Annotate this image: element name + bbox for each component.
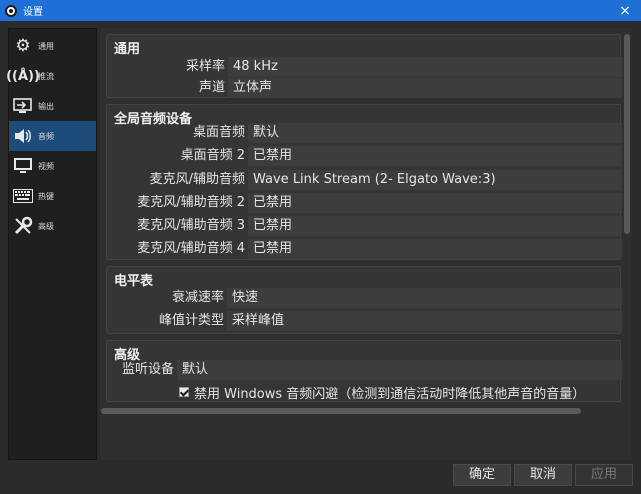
sidebar-item-general[interactable]: ⚙ 通用 <box>9 31 96 61</box>
meters-group: 电平表 衰减速率 快速 峰值计类型 采样峰值 <box>106 266 622 334</box>
audio-settings-panel: 通用 采样率 48 kHz 声道 立体声 全局音频设备 桌面音频 默认 桌面音频… <box>100 28 631 460</box>
channels-select[interactable]: 立体声 <box>228 78 622 98</box>
antenna-icon: ((Å)) <box>6 68 40 84</box>
sidebar-item-output[interactable]: 输出 <box>9 91 96 121</box>
mic-aux-3-select[interactable]: 已禁用 <box>248 216 622 236</box>
mic-aux-select[interactable]: Wave Link Stream (2- Elgato Wave:3) <box>248 170 622 190</box>
ok-button[interactable]: 确定 <box>453 464 511 486</box>
desktop-audio-2-row: 桌面音频 2 已禁用 <box>107 145 622 166</box>
mic-aux-2-label: 麦克风/辅助音频 2 <box>137 195 245 210</box>
gear-icon: ⚙ <box>15 35 31 56</box>
sidebar-item-label: 推流 <box>38 71 54 81</box>
mic-aux-4-select[interactable]: 已禁用 <box>248 239 622 259</box>
title-bar: 设置 × <box>0 0 641 21</box>
decay-rate-select[interactable]: 快速 <box>227 288 622 308</box>
sidebar-item-video[interactable]: 视频 <box>9 151 96 181</box>
mic-aux-4-row: 麦克风/辅助音频 4 已禁用 <box>107 238 622 259</box>
obs-logo-icon <box>5 4 17 17</box>
sidebar-item-label: 高级 <box>38 221 54 231</box>
speaker-icon <box>12 125 34 147</box>
channels-label: 声道 <box>198 80 225 95</box>
horizontal-scrollbar[interactable] <box>101 408 581 414</box>
desktop-audio-2-label: 桌面音频 2 <box>180 148 245 163</box>
sample-rate-select[interactable]: 48 kHz <box>228 57 622 77</box>
ducking-checkbox[interactable] <box>179 387 189 397</box>
sidebar-item-audio[interactable]: 音频 <box>9 121 96 151</box>
cancel-button[interactable]: 取消 <box>514 464 572 486</box>
general-group: 通用 采样率 48 kHz 声道 立体声 <box>106 34 622 98</box>
monitor-icon <box>12 155 34 177</box>
settings-sidebar: ⚙ 通用 ((Å)) 推流 输出 音频 视频 热键 高级 <box>6 28 97 460</box>
sidebar-item-label: 热键 <box>38 191 54 201</box>
mic-aux-3-label: 麦克风/辅助音频 3 <box>137 218 245 233</box>
vertical-scrollbar[interactable] <box>624 34 630 234</box>
ducking-checkbox-label: 禁用 Windows 音频闪避（检测到通信活动时降低其他声音的音量） <box>194 386 586 402</box>
mic-aux-label: 麦克风/辅助音频 <box>149 172 245 187</box>
peak-meter-type-row: 峰值计类型 采样峰值 <box>107 310 622 331</box>
keyboard-icon <box>12 185 34 207</box>
decay-rate-row: 衰减速率 快速 <box>107 287 622 308</box>
sidebar-item-advanced[interactable]: 高级 <box>9 211 96 241</box>
window-title: 设置 <box>23 7 43 18</box>
desktop-audio-2-select[interactable]: 已禁用 <box>248 146 622 166</box>
output-icon <box>12 95 34 117</box>
sidebar-item-hotkeys[interactable]: 热键 <box>9 181 96 211</box>
mic-aux-2-row: 麦克风/辅助音频 2 已禁用 <box>107 192 622 213</box>
desktop-audio-row: 桌面音频 默认 <box>107 122 622 143</box>
ducking-option[interactable]: 禁用 Windows 音频闪避（检测到通信活动时降低其他声音的音量） <box>179 382 622 402</box>
sidebar-item-label: 通用 <box>38 41 54 51</box>
apply-button[interactable]: 应用 <box>575 464 633 486</box>
advanced-group: 高级 监听设备 默认 禁用 Windows 音频闪避（检测到通信活动时降低其他声… <box>106 340 622 402</box>
monitoring-device-row: 监听设备 默认 <box>107 359 622 380</box>
channels-row: 声道 立体声 <box>107 77 622 98</box>
monitoring-device-select[interactable]: 默认 <box>177 360 622 380</box>
mic-aux-2-select[interactable]: 已禁用 <box>248 193 622 213</box>
wrench-icon <box>12 215 34 237</box>
group-title: 通用 <box>114 42 141 57</box>
mic-aux-3-row: 麦克风/辅助音频 3 已禁用 <box>107 215 622 236</box>
sidebar-item-label: 输出 <box>38 101 54 111</box>
peak-meter-type-label: 峰值计类型 <box>158 313 224 328</box>
global-audio-group: 全局音频设备 桌面音频 默认 桌面音频 2 已禁用 麦克风/辅助音频 Wave … <box>106 104 622 260</box>
close-button[interactable]: × <box>609 0 641 21</box>
desktop-audio-select[interactable]: 默认 <box>248 123 622 143</box>
sidebar-item-label: 视频 <box>38 161 54 171</box>
monitoring-device-label: 监听设备 <box>121 362 174 377</box>
desktop-audio-label: 桌面音频 <box>192 125 245 140</box>
sample-rate-label: 采样率 <box>185 59 225 74</box>
peak-meter-type-select[interactable]: 采样峰值 <box>227 311 622 331</box>
decay-rate-label: 衰减速率 <box>171 290 224 305</box>
sidebar-item-stream[interactable]: ((Å)) 推流 <box>6 61 96 91</box>
mic-aux-row: 麦克风/辅助音频 Wave Link Stream (2- Elgato Wav… <box>107 169 622 190</box>
sidebar-item-label: 音频 <box>38 131 54 141</box>
mic-aux-4-label: 麦克风/辅助音频 4 <box>137 241 245 256</box>
sample-rate-row: 采样率 48 kHz <box>107 56 622 77</box>
